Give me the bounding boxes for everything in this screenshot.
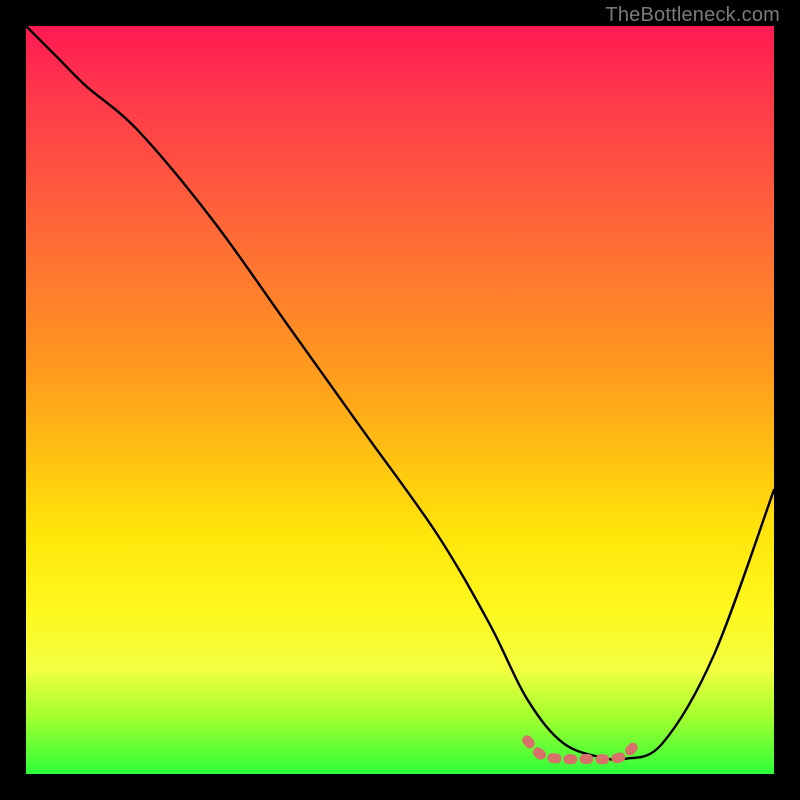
optimal-range [527,740,639,759]
bottleneck-curve [26,26,774,761]
attribution-text: TheBottleneck.com [605,4,780,27]
chart-svg [26,26,774,774]
plot-area [26,26,774,774]
chart-frame: TheBottleneck.com [0,0,800,800]
